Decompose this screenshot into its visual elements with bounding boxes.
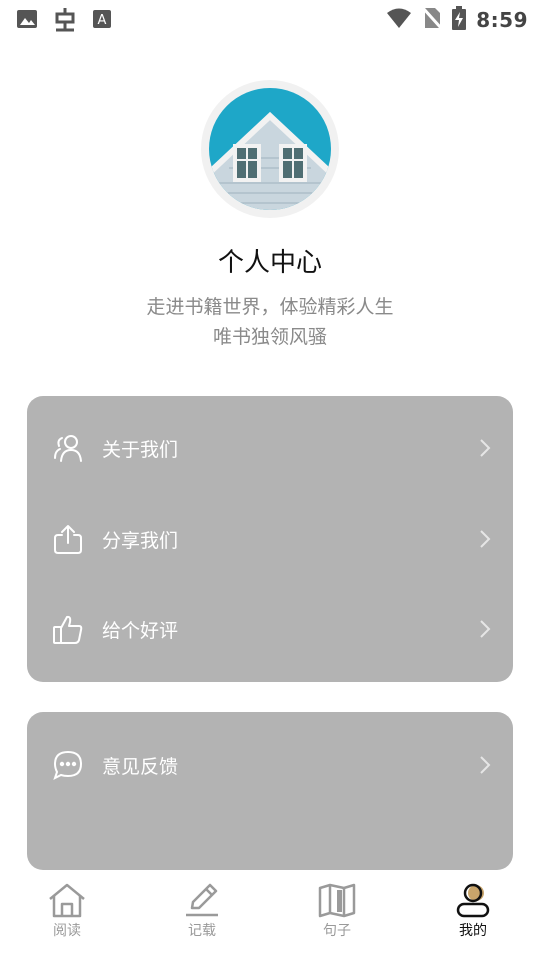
pen-icon bbox=[162, 882, 242, 918]
share-icon bbox=[52, 523, 84, 555]
avatar-image bbox=[209, 88, 331, 210]
book-icon bbox=[297, 882, 377, 918]
menu-item-about-us[interactable]: 关于我们 bbox=[27, 418, 513, 478]
chevron-right-icon bbox=[479, 755, 491, 775]
person-icon bbox=[433, 882, 513, 918]
menu-label-rate-us: 给个好评 bbox=[102, 620, 179, 642]
menu-item-rate-us[interactable]: 给个好评 bbox=[27, 599, 513, 659]
chat-bubble-icon bbox=[52, 749, 84, 781]
a-notification-icon: A bbox=[92, 9, 112, 33]
bottom-tab-bar: 阅读 记载 句子 我的 bbox=[0, 872, 540, 960]
people-icon bbox=[52, 432, 84, 464]
tab-sentences[interactable]: 句子 bbox=[297, 882, 377, 952]
tab-label-read: 阅读 bbox=[53, 923, 81, 939]
menu-label-share-us: 分享我们 bbox=[102, 530, 179, 552]
tagline-line-1: 走进书籍世界，体验精彩人生 bbox=[146, 296, 394, 318]
status-bar: A 8:59 bbox=[0, 0, 540, 36]
bug-notification-icon bbox=[52, 6, 78, 36]
tab-read[interactable]: 阅读 bbox=[27, 882, 107, 952]
svg-text:A: A bbox=[98, 13, 107, 28]
image-notification-icon bbox=[16, 8, 38, 34]
wifi-icon bbox=[386, 7, 412, 33]
chevron-right-icon bbox=[479, 619, 491, 639]
chevron-right-icon bbox=[479, 529, 491, 549]
thumbs-up-icon bbox=[52, 613, 84, 645]
menu-item-share-us[interactable]: 分享我们 bbox=[27, 509, 513, 569]
chevron-right-icon bbox=[479, 438, 491, 458]
menu-label-feedback: 意见反馈 bbox=[102, 756, 179, 778]
tab-label-sentences: 句子 bbox=[323, 923, 351, 939]
battery-charging-icon bbox=[452, 6, 467, 34]
avatar[interactable] bbox=[201, 80, 339, 218]
tab-record[interactable]: 记载 bbox=[162, 882, 242, 952]
tagline-line-2: 唯书独领风骚 bbox=[212, 326, 327, 348]
status-time: 8:59 bbox=[476, 8, 528, 32]
home-icon bbox=[27, 882, 107, 918]
tab-label-mine: 我的 bbox=[459, 923, 487, 939]
menu-label-about-us: 关于我们 bbox=[102, 439, 179, 461]
page-title: 个人中心 bbox=[217, 248, 322, 278]
tab-mine[interactable]: 我的 bbox=[433, 882, 513, 952]
no-sim-icon bbox=[422, 6, 443, 33]
menu-item-feedback[interactable]: 意见反馈 bbox=[27, 735, 513, 795]
tab-label-record: 记载 bbox=[188, 923, 216, 939]
menu-card-main: 关于我们 分享我们 给个好评 bbox=[27, 396, 513, 682]
menu-card-feedback: 意见反馈 bbox=[27, 712, 513, 870]
